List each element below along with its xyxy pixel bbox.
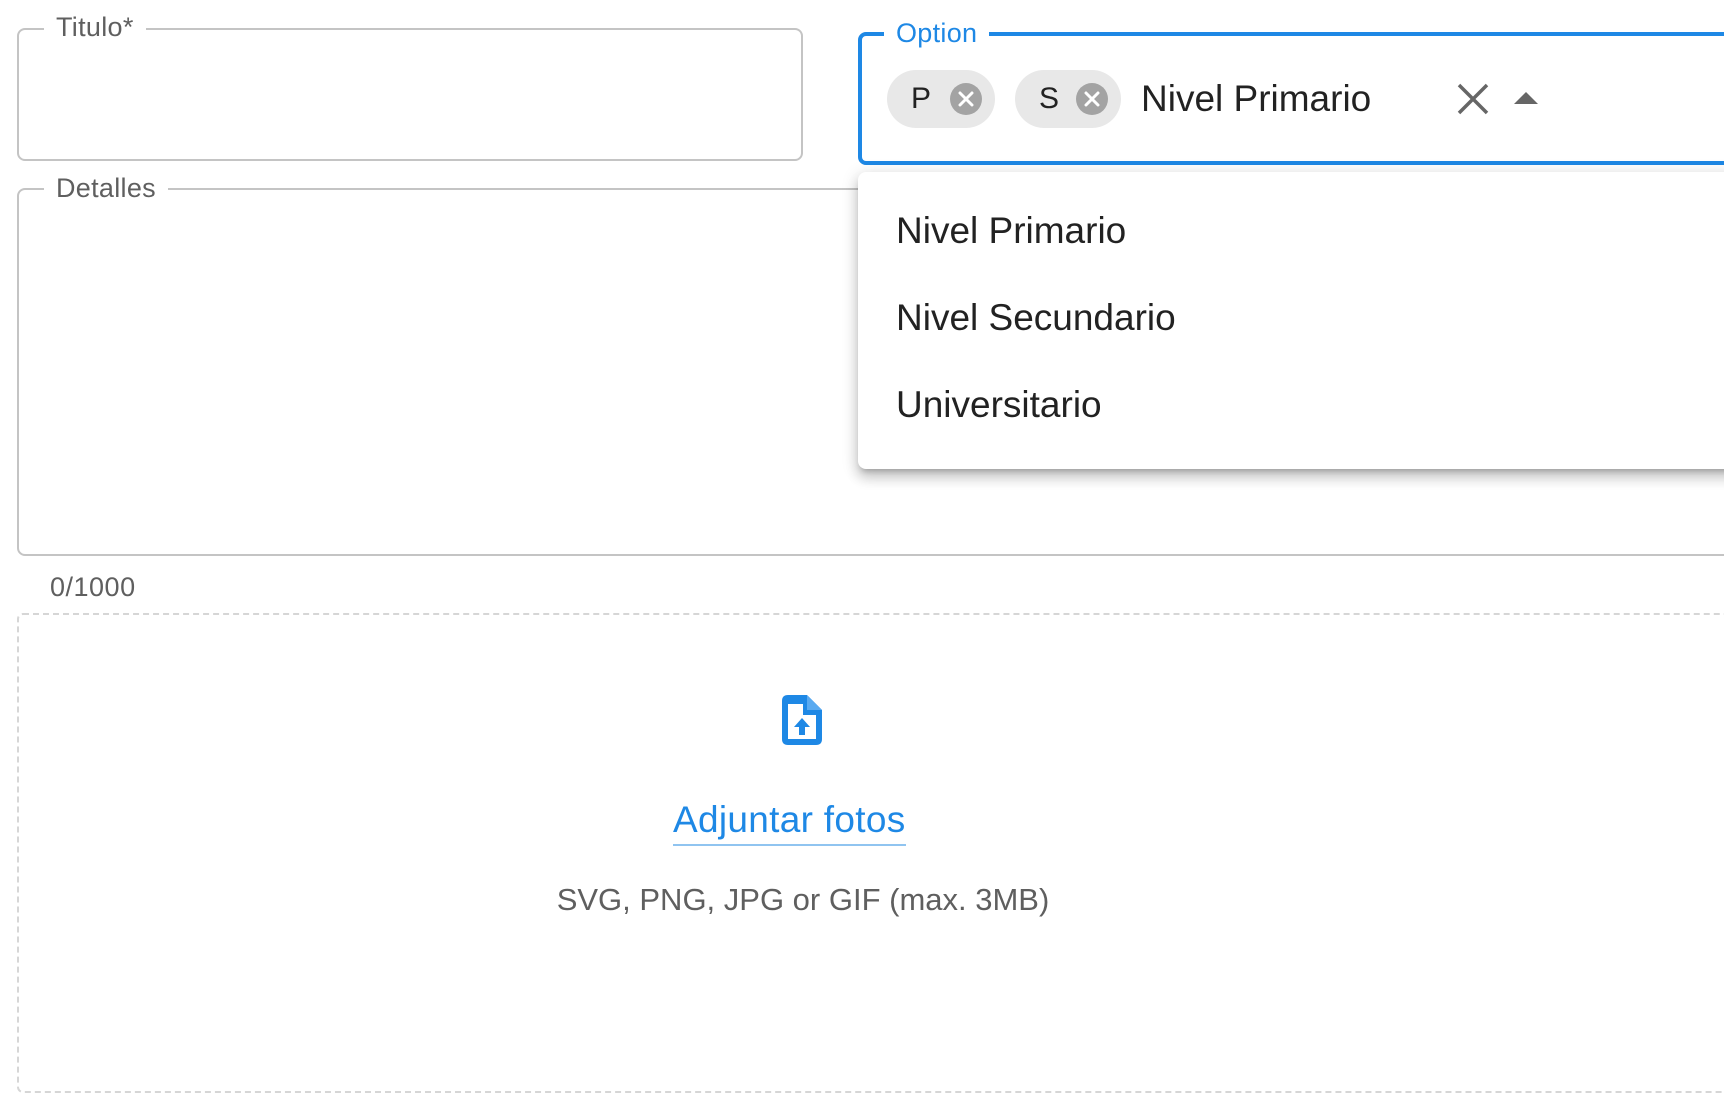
option-nivel-primario[interactable]: Nivel Primario: [858, 187, 1724, 274]
titulo-label: Titulo*: [44, 12, 146, 42]
chip-label: P: [911, 82, 932, 115]
chip-s[interactable]: S: [1015, 70, 1121, 128]
character-counter: 0/1000: [50, 572, 136, 602]
titulo-field[interactable]: [17, 28, 803, 161]
arrow-up-icon[interactable]: [1512, 88, 1540, 108]
option-nivel-secundario[interactable]: Nivel Secundario: [858, 274, 1724, 361]
option-label: Option: [884, 18, 990, 48]
option-universitario[interactable]: Universitario: [858, 361, 1724, 448]
upload-hint-text: SVG, PNG, JPG or GIF (max. 3MB): [556, 882, 1050, 917]
chip-delete-icon[interactable]: [950, 83, 982, 115]
detalles-label: Detalles: [44, 173, 168, 203]
upload-file-icon: [782, 695, 822, 745]
attach-photos-link[interactable]: Adjuntar fotos: [673, 796, 906, 846]
chip-label: S: [1039, 82, 1060, 115]
option-listbox: Nivel Primario Nivel Secundario Universi…: [858, 172, 1724, 469]
chip-p[interactable]: P: [887, 70, 995, 128]
upload-dropzone[interactable]: [17, 613, 1724, 1093]
clear-icon[interactable]: [1456, 82, 1490, 116]
chip-delete-icon[interactable]: [1076, 83, 1108, 115]
option-search-input[interactable]: [1141, 74, 1431, 124]
